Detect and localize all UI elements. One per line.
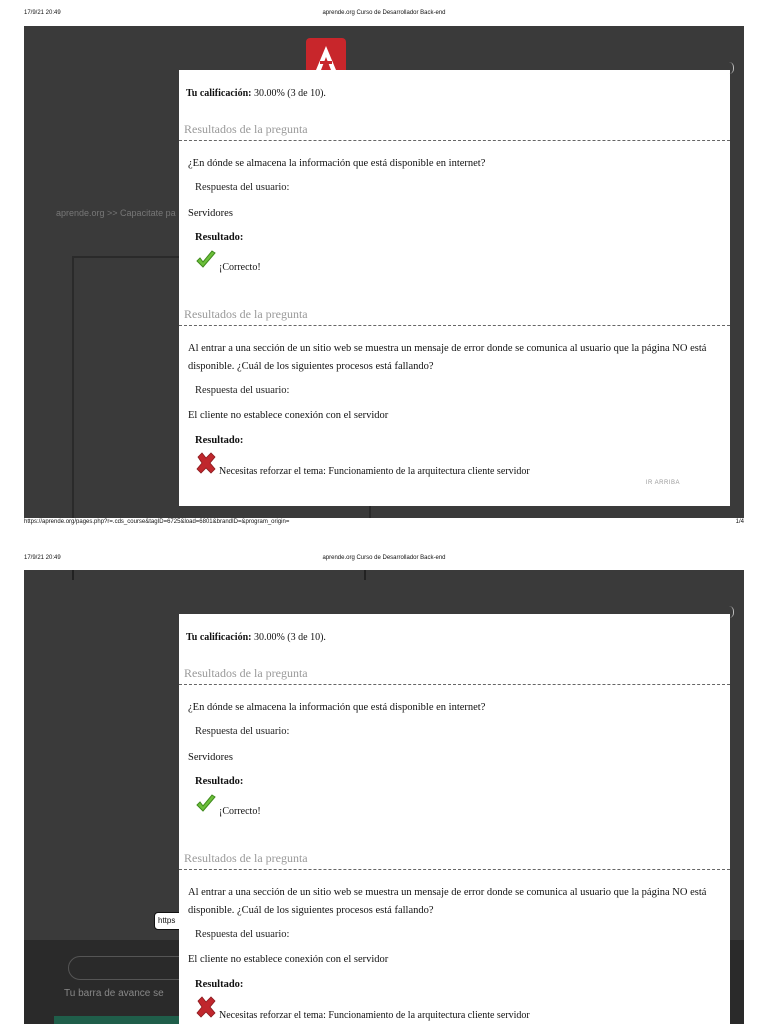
result-label: Resultado: [195,776,244,787]
question-text: Al entrar a una sección de un sitio web … [188,343,707,372]
result-row: ¡Correcto! [195,794,261,817]
print-header: 17/9/21 20:49 aprende.org Curso de Desar… [24,8,744,20]
divider [179,140,730,141]
close-icon[interactable] [729,62,734,74]
user-answer-label: Respuesta del usuario: [195,929,290,940]
print-title: aprende.org Curso de Desarrollador Back-… [322,10,446,16]
result-label: Resultado: [195,232,244,243]
cross-icon [195,996,219,1021]
result-text: ¡Correcto! [219,806,261,817]
grade-value: 30.00% (3 de 10). [251,88,326,99]
cross-icon [195,452,219,477]
result-text: ¡Correcto! [219,262,261,273]
section-title: Resultados de la pregunta [184,666,308,680]
section-title: Resultados de la pregunta [184,851,308,865]
print-footer: https://aprende.org/pages.php?r=.cds_cou… [24,517,744,529]
page-screenshot: aprende.org >> Capacitate pa Tu califica… [24,26,744,518]
quiz-results-modal: Tu calificación: 30.00% (3 de 10). Resul… [179,62,734,506]
divider [179,325,730,326]
page-screenshot: https Tu barra de avance se Tu calificac… [24,570,744,1024]
progress-text: Tu barra de avance se [64,988,164,999]
check-icon [195,794,219,817]
result-label: Resultado: [195,435,244,446]
grade-summary: Tu calificación: 30.00% (3 de 10). [186,632,326,643]
divider [179,869,730,870]
grade-summary: Tu calificación: 30.00% (3 de 10). [186,88,326,99]
print-title: aprende.org Curso de Desarrollador Back-… [322,555,446,561]
user-answer-label: Respuesta del usuario: [195,726,290,737]
grade-value: 30.00% (3 de 10). [251,632,326,643]
breadcrumb[interactable]: aprende.org >> Capacitate pa [56,208,176,218]
user-answer: El cliente no establece conexión con el … [188,410,389,421]
question-text: ¿En dónde se almacena la información que… [188,702,486,713]
result-text: Necesitas reforzar el tema: Funcionamien… [219,466,530,477]
result-text: Necesitas reforzar el tema: Funcionamien… [219,1010,530,1021]
print-header: 17/9/21 20:49 aprende.org Curso de Desar… [24,553,744,565]
grade-label: Tu calificación: [186,632,252,643]
print-url: https://aprende.org/pages.php?r=.cds_cou… [24,519,290,525]
go-top-link[interactable]: IR ARRIBA [646,480,680,486]
user-answer: Servidores [188,208,233,219]
result-row: Necesitas reforzar el tema: Funcionamien… [195,996,530,1021]
question-text: ¿En dónde se almacena la información que… [188,158,486,169]
user-answer-label: Respuesta del usuario: [195,182,290,193]
progress-bar [54,1016,194,1024]
result-row: ¡Correcto! [195,250,261,273]
section-title: Resultados de la pregunta [184,122,308,136]
close-icon[interactable] [729,606,734,618]
quiz-results-modal: Tu calificación: 30.00% (3 de 10). Resul… [179,606,734,1024]
user-answer: Servidores [188,752,233,763]
print-page-number: 1/4 [735,519,744,525]
result-row: Necesitas reforzar el tema: Funcionamien… [195,452,530,477]
section-title: Resultados de la pregunta [184,307,308,321]
user-answer-label: Respuesta del usuario: [195,385,290,396]
divider [179,684,730,685]
grade-label: Tu calificación: [186,88,252,99]
user-answer: El cliente no establece conexión con el … [188,954,389,965]
result-label: Resultado: [195,979,244,990]
check-icon [195,250,219,273]
question-text: Al entrar a una sección de un sitio web … [188,887,707,916]
